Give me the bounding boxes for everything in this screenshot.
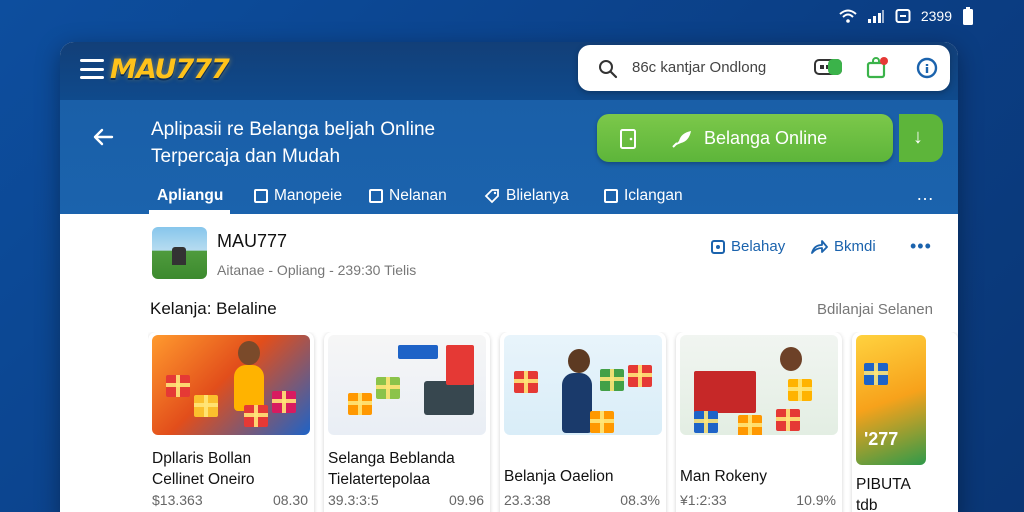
bkmdi-button[interactable]: Bkmdi [810,238,876,255]
product-price: ¥1:2:33 [680,492,727,508]
toggle-icon[interactable] [814,59,842,75]
tab-nelanan[interactable]: Nelanan [369,178,447,214]
product-image [504,335,662,435]
product-price: 39.3:3:5 [328,492,379,508]
tab-apliangu[interactable]: Apliangu [157,178,223,214]
share-icon [811,239,828,254]
product-price: $13.363 [152,492,203,508]
tabs-more-icon[interactable]: … [916,184,935,205]
product-price: 23.3:38 [504,492,551,508]
app-logo[interactable]: MAU777 [110,54,230,85]
product-image [680,335,838,435]
product-rating: 10.9% [796,492,836,508]
hero-header: Aplipasii re Belanga beljah Online Terpe… [60,100,958,214]
status-time: 2399 [920,8,952,24]
signal-icon [867,10,884,23]
menu-icon[interactable] [80,59,104,79]
product-meta: 39.3:3:5 09.96 [328,492,484,508]
store-subtitle: Aitanae - Opliang - 239:30 Tielis [217,262,417,278]
product-card[interactable]: Man Rokeny ¥1:2:33 10.9% [676,332,842,512]
product-title: Belanja Oaelion [504,468,614,485]
product-meta: $13.363 08.30 [152,492,308,508]
action-label: Belahay [731,238,786,255]
tab-label: Manopeie [274,187,343,204]
info-icon[interactable] [916,57,938,79]
tab-iclangan[interactable]: Iclangan [604,178,683,214]
tab-manopeie[interactable]: Manopeie [254,178,342,214]
tab-label: Iclangan [624,187,683,204]
shopping-bag-icon[interactable] [866,57,888,79]
section-title: Kelanja: Belaline [150,299,277,318]
product-card[interactable]: Dpllaris Bollan Cellinet Oneiro $13.363 … [148,332,314,512]
search-icon [599,60,618,79]
tab-label: Apliangu [157,187,224,204]
top-bar: MAU777 86c kantjar Ondlong [60,42,958,100]
back-arrow-icon[interactable] [92,127,114,147]
tab-label: Nelanan [389,187,447,204]
tab-blielanya[interactable]: Blielanya [484,178,569,214]
search-input[interactable]: 86c kantjar Ondlong [632,59,766,76]
battery-icon [963,7,973,25]
product-meta: 23.3:38 08.3% [504,492,660,508]
square-dot-icon [711,239,725,254]
profile-more-icon[interactable]: ••• [910,236,932,257]
wifi-icon [839,9,857,23]
product-card[interactable]: '277 PIBUTA tdb [852,332,958,512]
product-rating: 08.30 [272,492,308,508]
product-image [328,335,486,435]
tab-icon [254,189,268,203]
notification-icon [895,9,911,23]
store-name: MAU777 [217,231,288,251]
search-bar[interactable]: 86c kantjar Ondlong [578,45,950,91]
app-window: MAU777 86c kantjar Ondlong Aplipasii re … [60,42,958,512]
product-title: PIBUTA tdb [856,476,911,512]
product-image [152,335,310,435]
promo-badge: '277 [864,429,899,449]
product-meta: ¥1:2:33 10.9% [680,492,836,508]
cta-label: Belanga Online [704,128,828,148]
belanja-online-button[interactable]: Belanga Online [597,114,893,162]
cta-dropdown-button[interactable]: ↓ [899,114,943,162]
section-see-all-link[interactable]: Bdilanjai Selanen [817,301,933,318]
status-bar: 2399 [839,6,974,26]
belahay-button[interactable]: Belahay [711,238,785,255]
product-card[interactable]: Selanga Beblanda Tielatertepolaa 39.3:3:… [324,332,490,512]
tab-icon [604,189,618,203]
door-icon [620,129,636,149]
product-title: Selanga Beblanda Tielatertepolaa [328,450,455,488]
product-carousel: Dpllaris Bollan Cellinet Oneiro $13.363 … [148,332,958,512]
action-label: Bkmdi [834,238,876,255]
tag-icon [484,189,499,204]
hero-title: Aplipasii re Belanga beljah Online Terpe… [151,116,435,170]
hero-title-line2: Terpercaja dan Mudah [151,146,341,167]
rocket-icon [672,131,691,148]
product-rating: 09.96 [448,492,484,508]
product-rating: 08.3% [620,492,660,508]
store-avatar[interactable] [152,227,207,279]
tab-label: Blielanya [506,187,569,204]
tab-icon [369,189,383,203]
product-image: '277 [856,335,926,465]
hero-title-line1: Aplipasii re Belanga beljah Online [151,119,436,140]
download-arrow-icon: ↓ [913,126,923,148]
product-title: Dpllaris Bollan Cellinet Oneiro [152,450,255,488]
product-title: Man Rokeny [680,468,768,485]
tab-bar: Apliangu Manopeie Nelanan Blielanya Icla… [60,178,958,214]
product-card[interactable]: Belanja Oaelion 23.3:38 08.3% [500,332,666,512]
